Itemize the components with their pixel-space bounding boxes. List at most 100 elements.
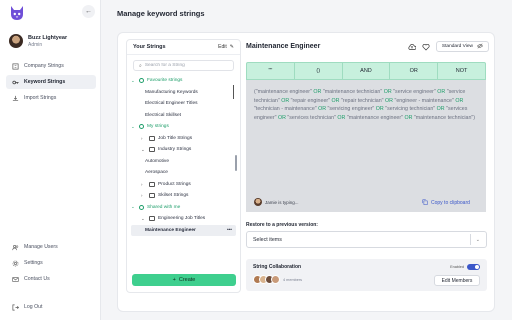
operator-token: OR	[375, 106, 384, 112]
restore-label: Restore to a previous version:	[246, 222, 318, 228]
collab-toggle[interactable]	[467, 264, 480, 270]
string-editor: Maintenance Engineer Standard View	[246, 39, 489, 54]
operator-token: OR	[383, 89, 392, 95]
nav-item-label: Import Strings	[24, 95, 57, 101]
profile-name: Buzz Lightyear	[28, 34, 68, 41]
tree-group-favourites[interactable]: ⌄ Favourite strings	[131, 75, 236, 87]
user-profile[interactable]: Buzz Lightyear Admin	[9, 34, 67, 48]
term-token: "servicing engineer"	[326, 106, 376, 112]
tree-folder[interactable]: ⌄ Engineering Job Titles	[131, 213, 236, 225]
term-token: "repair technician"	[339, 97, 386, 104]
key-icon	[12, 79, 19, 86]
operator-bar: "" () AND OR NOT	[246, 62, 486, 80]
cat-logo-icon[interactable]	[9, 5, 25, 21]
nav-item-label: Contact Us	[24, 276, 50, 282]
operator-token: OR	[281, 97, 290, 104]
term-token: "repair engineer"	[289, 97, 332, 104]
version-select[interactable]: Select items ⌄	[246, 231, 487, 248]
term-token: "maintenance technician"	[321, 89, 384, 95]
folder-icon	[149, 216, 155, 222]
chevron-down-icon: ⌄	[131, 123, 135, 129]
strings-panel-title: Your Strings	[133, 44, 166, 50]
edit-members-button[interactable]: Edit Members	[434, 275, 480, 286]
tree-label: Shared with me	[147, 204, 181, 210]
typing-indicator: Jamie is typing...	[254, 198, 299, 206]
chevron-down-icon: ⌄	[131, 204, 135, 210]
nav-item-label: Company Strings	[24, 63, 64, 69]
edit-strings-button[interactable]: Edit ✎	[218, 44, 234, 50]
or-operator-button[interactable]: OR	[390, 63, 439, 79]
operator-token: OR	[385, 97, 393, 104]
tree-label: Product Strings	[158, 181, 191, 187]
operator-token: OR	[277, 114, 286, 121]
term-token: "technician - maintenance"	[254, 106, 319, 112]
editor-header: Maintenance Engineer Standard View	[246, 39, 489, 54]
tree-folder[interactable]: ⌄ Industry Strings	[131, 144, 236, 156]
tree-item[interactable]: Electrical Skillset	[131, 110, 236, 122]
copy-to-clipboard-button[interactable]: Copy to clipboard	[422, 199, 470, 207]
logout-label: Log Out	[24, 304, 43, 310]
tree-folder[interactable]: › Job Title Strings	[131, 133, 236, 145]
nav-item-keyword-strings[interactable]: Keyword Strings	[6, 75, 96, 89]
plus-icon: +	[172, 277, 176, 283]
nav-item-label: Manage Users	[24, 244, 58, 250]
nav-item-manage-users[interactable]: Manage Users	[6, 240, 96, 254]
tree-label: Skilset Strings	[158, 193, 189, 199]
chevron-down-icon: ⌄	[141, 146, 145, 152]
create-string-button[interactable]: + Create	[132, 274, 236, 286]
edit-label: Edit	[218, 44, 227, 50]
nav-item-import-strings[interactable]: Import Strings	[6, 91, 96, 105]
tree-folder[interactable]: › Skilset Strings	[131, 190, 236, 202]
folder-icon	[149, 193, 155, 199]
sidebar: ← Buzz Lightyear Admin Company Strings K…	[0, 0, 101, 320]
chevron-down-icon: ⌄	[131, 77, 135, 83]
tree-group-shared[interactable]: ⌄ Shared with me	[131, 202, 236, 214]
secondary-nav: Manage Users Settings Contact Us	[6, 240, 96, 288]
brackets-operator-button[interactable]: ()	[295, 63, 343, 79]
tree-item[interactable]: Automotive	[131, 156, 236, 168]
collapse-sidebar-button[interactable]: ←	[82, 5, 95, 18]
not-operator-button[interactable]: NOT	[438, 63, 485, 79]
copy-label: Copy to clipboard	[431, 200, 470, 206]
tree-scrollbar[interactable]	[235, 155, 237, 171]
import-icon	[12, 95, 19, 102]
building-icon	[12, 63, 19, 70]
tree-item[interactable]: Manufacturing Keywords	[131, 87, 236, 99]
term-token: ("maintenance engineer"	[254, 89, 314, 95]
and-operator-button[interactable]: AND	[343, 63, 391, 79]
boolean-string-textarea[interactable]: ("maintenance engineer" OR "maintenance …	[246, 80, 486, 212]
typing-text: Jamie is typing...	[265, 199, 299, 205]
text-cursor	[233, 85, 234, 99]
tree-item[interactable]: Electrical Engineer Titles	[131, 98, 236, 110]
tree-group-my-strings[interactable]: ⌄ My strings	[131, 121, 236, 133]
tree-item[interactable]: Aerospace	[131, 167, 236, 179]
more-icon[interactable]: •••	[227, 228, 232, 233]
logout-button[interactable]: Log Out	[6, 300, 96, 314]
view-mode-button[interactable]: Standard View	[435, 41, 489, 52]
tree-label: My strings	[147, 124, 169, 130]
term-token: "engineer - maintenance"	[393, 97, 456, 104]
quotes-operator-button[interactable]: ""	[247, 63, 295, 79]
editor-actions: Standard View	[408, 41, 489, 52]
mail-icon	[12, 276, 19, 283]
nav-item-settings[interactable]: Settings	[6, 256, 96, 270]
heart-icon[interactable]	[422, 42, 431, 51]
term-token: "service engineer"	[391, 89, 438, 95]
member-avatars: 4 members	[253, 275, 302, 284]
chevron-right-icon: ›	[141, 181, 143, 187]
cloud-upload-icon[interactable]	[408, 42, 417, 51]
collab-toggle-row: Enabled	[450, 264, 480, 270]
term-token: "maintenance engineer"	[345, 114, 405, 121]
nav-item-contact-us[interactable]: Contact Us	[6, 272, 96, 286]
string-search-input[interactable]	[144, 63, 228, 68]
avatar	[9, 34, 23, 48]
members-count: 4 members	[283, 277, 302, 282]
tree-folder[interactable]: › Product Strings	[131, 179, 236, 191]
term-token: "servicing technician"	[383, 106, 437, 112]
tree-label: Automotive	[145, 158, 169, 164]
tree-label: Electrical Engineer Titles	[145, 101, 198, 107]
create-label: Create	[178, 277, 196, 283]
tree-item-selected[interactable]: Maintenance Engineer •••	[131, 224, 236, 236]
tree-label: Industry Strings	[158, 147, 192, 153]
nav-item-company-strings[interactable]: Company Strings	[6, 59, 96, 73]
